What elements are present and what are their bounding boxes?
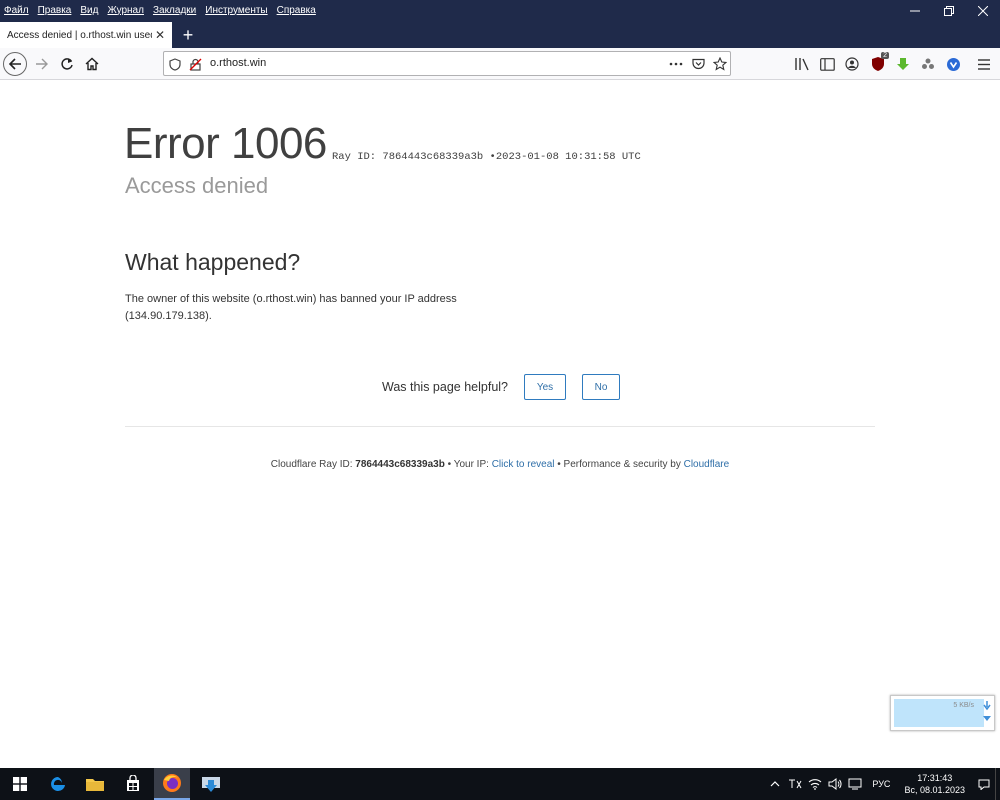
download-app-icon bbox=[202, 777, 220, 792]
close-icon bbox=[978, 6, 988, 16]
download-helper-icon[interactable] bbox=[894, 55, 912, 73]
home-button[interactable] bbox=[80, 52, 104, 76]
error-title: Error 1006 bbox=[124, 119, 327, 168]
error-subtitle: Access denied bbox=[125, 173, 269, 198]
menu-history[interactable]: Журнал bbox=[107, 5, 144, 16]
edge-icon bbox=[51, 777, 65, 791]
footer-ray-id: 7864443c68339a3b bbox=[355, 459, 445, 470]
language-indicator[interactable]: РУС bbox=[872, 779, 890, 789]
cloudflare-link[interactable]: Cloudflare bbox=[684, 459, 730, 470]
account-icon[interactable] bbox=[843, 55, 861, 73]
forward-arrow-icon bbox=[36, 58, 48, 70]
tab-title: Access denied | o.rthost.win used C bbox=[7, 29, 152, 41]
feedback-row: Was this page helpful? Yes No bbox=[382, 374, 621, 400]
bookmark-star-icon[interactable] bbox=[713, 57, 727, 71]
tray-overflow-chevron-icon[interactable] bbox=[766, 775, 784, 793]
show-desktop-button[interactable] bbox=[995, 768, 1000, 800]
tray-volume-icon[interactable] bbox=[826, 775, 844, 793]
notification-center-icon[interactable] bbox=[975, 775, 993, 793]
store-icon bbox=[127, 775, 139, 791]
tray-wifi-icon[interactable] bbox=[806, 775, 824, 793]
explorer-taskbar-button[interactable] bbox=[77, 772, 113, 796]
ublock-origin-icon[interactable]: 2 bbox=[869, 52, 889, 73]
clock-date: Вс, 08.01.2023 bbox=[904, 785, 965, 795]
new-tab-button[interactable]: + bbox=[178, 24, 198, 46]
firefox-icon bbox=[163, 774, 181, 792]
firefox-taskbar-button[interactable] bbox=[154, 768, 190, 800]
menu-file[interactable]: Файл bbox=[4, 5, 29, 16]
footer-ip-prefix: • Your IP: bbox=[444, 459, 492, 470]
page-content: Error 1006 Ray ID: 7864443c68339a3b •202… bbox=[0, 81, 1000, 768]
menu-help[interactable]: Справка bbox=[277, 5, 316, 16]
footer-perf-text: • Performance & security by bbox=[554, 459, 684, 470]
sidebar-icon[interactable] bbox=[818, 55, 836, 73]
menu-edit[interactable]: Правка bbox=[38, 5, 72, 16]
library-icon[interactable] bbox=[793, 55, 811, 73]
feedback-label: Was this page helpful? bbox=[382, 380, 509, 394]
url-text: o.rthost.win bbox=[210, 57, 267, 69]
back-button[interactable] bbox=[3, 52, 27, 76]
active-tab[interactable]: Access denied | o.rthost.win used C ✕ bbox=[0, 22, 172, 48]
forward-button[interactable] bbox=[30, 52, 54, 76]
no-button[interactable]: No bbox=[582, 374, 621, 400]
ray-id-label: Ray ID: 7864443c68339a3b bbox=[332, 151, 484, 163]
ray-timestamp: 2023-01-08 10:31:58 UTC bbox=[495, 151, 641, 163]
footer-ray-prefix: Cloudflare Ray ID: bbox=[270, 459, 356, 470]
hamburger-menu-icon[interactable] bbox=[975, 55, 993, 73]
menu-tools[interactable]: Инструменты bbox=[205, 5, 267, 16]
windows-taskbar: РУС 17:31:43 Вс, 08.01.2023 bbox=[0, 768, 1000, 800]
close-window-button[interactable] bbox=[966, 0, 1000, 22]
restore-button[interactable] bbox=[932, 0, 966, 22]
reload-button[interactable] bbox=[55, 52, 79, 76]
section-heading: What happened? bbox=[125, 249, 301, 275]
download-app-taskbar-button[interactable] bbox=[193, 772, 229, 796]
edge-taskbar-button[interactable] bbox=[40, 772, 76, 796]
folder-icon bbox=[86, 779, 104, 791]
window-controls bbox=[898, 0, 1000, 22]
reload-icon bbox=[61, 58, 73, 70]
minimize-icon bbox=[910, 10, 920, 12]
insecure-lock-icon[interactable] bbox=[188, 57, 202, 71]
page-actions-icon[interactable] bbox=[669, 57, 683, 71]
store-taskbar-button[interactable] bbox=[115, 772, 151, 796]
vpn-extension-icon[interactable] bbox=[944, 55, 962, 73]
network-arrows bbox=[982, 700, 992, 728]
restore-icon bbox=[944, 6, 954, 16]
menu-view[interactable]: Вид bbox=[80, 5, 98, 16]
footer-divider bbox=[125, 426, 875, 427]
minimize-button[interactable] bbox=[898, 0, 932, 22]
ray-id-line: Ray ID: 7864443c68339a3b •2023-01-08 10:… bbox=[332, 151, 641, 163]
ublock-badge: 2 bbox=[881, 52, 889, 59]
system-tray: РУС 17:31:43 Вс, 08.01.2023 bbox=[766, 768, 1000, 800]
yes-button[interactable]: Yes bbox=[524, 374, 567, 400]
tray-ime-icon[interactable] bbox=[786, 775, 804, 793]
windows-logo-icon bbox=[13, 777, 27, 791]
navigation-toolbar: o.rthost.win 2 bbox=[0, 48, 1000, 80]
cloudflare-footer: Cloudflare Ray ID: 7864443c68339a3b • Yo… bbox=[0, 459, 1000, 470]
shield-icon[interactable] bbox=[168, 57, 182, 71]
pocket-icon[interactable] bbox=[691, 57, 705, 71]
taskbar-clock[interactable]: 17:31:43 Вс, 08.01.2023 bbox=[904, 772, 965, 796]
browser-titlebar: Файл Правка Вид Журнал Закладки Инструме… bbox=[0, 0, 1000, 48]
clock-time: 17:31:43 bbox=[917, 773, 953, 783]
back-arrow-icon bbox=[8, 58, 21, 70]
error-explanation: The owner of this website (o.rthost.win)… bbox=[125, 293, 457, 322]
start-button[interactable] bbox=[2, 772, 38, 796]
tab-close-icon[interactable]: ✕ bbox=[153, 28, 167, 42]
tray-display-icon[interactable] bbox=[846, 775, 864, 793]
reveal-ip-link[interactable]: Click to reveal bbox=[492, 459, 555, 470]
home-icon bbox=[85, 57, 99, 71]
menu-bar: Файл Правка Вид Журнал Закладки Инструме… bbox=[0, 0, 325, 20]
network-speed-widget[interactable]: 5 KB/s bbox=[890, 695, 995, 731]
network-speed-text: 5 KB/s bbox=[953, 702, 974, 709]
menu-bookmarks[interactable]: Закладки bbox=[153, 5, 196, 16]
download-arrow-icon bbox=[983, 701, 991, 721]
url-bar[interactable]: o.rthost.win bbox=[163, 51, 731, 76]
puzzle-extension-icon[interactable] bbox=[919, 55, 937, 73]
